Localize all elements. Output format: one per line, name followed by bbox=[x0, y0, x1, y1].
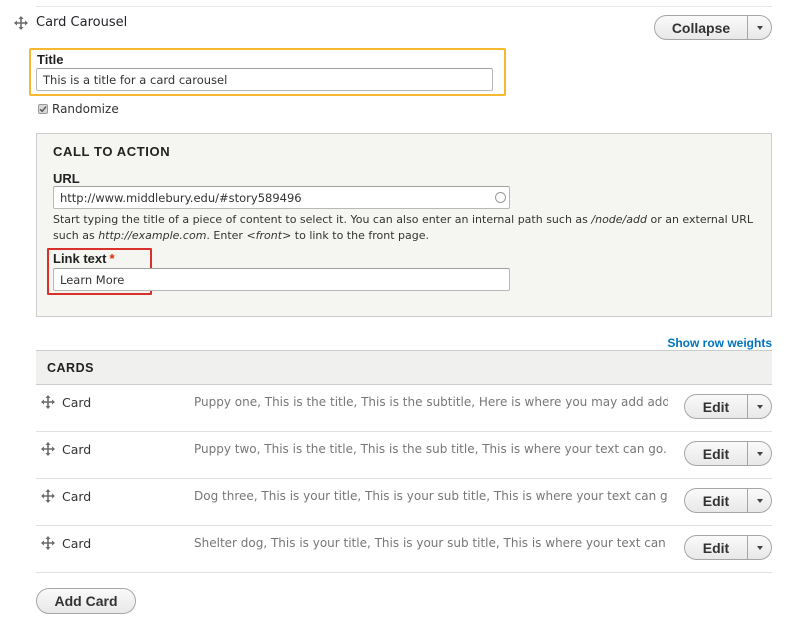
link-text-label-text: Link text bbox=[53, 251, 107, 266]
add-card-button[interactable]: Add Card bbox=[36, 588, 136, 614]
required-marker: * bbox=[109, 251, 115, 266]
link-text-label: Link text * bbox=[53, 251, 115, 266]
card-row-summary: Dog three, This is your title, This is y… bbox=[194, 489, 668, 503]
table-row: Card Puppy one, This is the title, This … bbox=[36, 385, 772, 432]
url-help-text: Start typing the title of a piece of con… bbox=[53, 212, 753, 243]
url-input[interactable] bbox=[53, 186, 510, 209]
card-row-label: Card bbox=[62, 395, 92, 410]
help-text-example-url: http://example.com bbox=[98, 228, 207, 242]
edit-button[interactable]: Edit bbox=[685, 442, 747, 465]
help-text-example-front: <front> bbox=[246, 228, 292, 242]
card-row-label: Card bbox=[62, 442, 92, 457]
card-row-summary: Puppy two, This is the title, This is th… bbox=[194, 442, 668, 456]
autocomplete-throbber-icon bbox=[495, 192, 506, 203]
edit-button[interactable]: Edit bbox=[685, 489, 747, 512]
edit-dropdown-toggle[interactable] bbox=[748, 442, 771, 465]
top-divider bbox=[36, 6, 772, 7]
help-text-part: . Enter bbox=[206, 228, 247, 242]
edit-dropdown-toggle[interactable] bbox=[748, 489, 771, 512]
check-icon bbox=[39, 106, 47, 113]
url-label: URL bbox=[53, 171, 80, 186]
card-row-label: Card bbox=[62, 489, 92, 504]
drag-handle-icon[interactable] bbox=[41, 395, 55, 409]
card-row-summary: Puppy one, This is the title, This is th… bbox=[194, 395, 668, 409]
chevron-down-icon bbox=[756, 404, 763, 409]
collapse-split-button: Collapse bbox=[654, 15, 772, 40]
table-row: Card Shelter dog, This is your title, Th… bbox=[36, 526, 772, 573]
edit-button[interactable]: Edit bbox=[685, 395, 747, 418]
title-input[interactable] bbox=[36, 68, 493, 91]
cards-table-header: CARDS bbox=[36, 350, 772, 385]
table-row: Card Dog three, This is your title, This… bbox=[36, 479, 772, 526]
cards-table: CARDS Card Puppy one, This is the title,… bbox=[36, 350, 772, 573]
randomize-checkbox[interactable] bbox=[38, 104, 48, 114]
edit-dropdown-toggle[interactable] bbox=[748, 536, 771, 559]
drag-handle-icon[interactable] bbox=[41, 536, 55, 550]
drag-handle-icon[interactable] bbox=[41, 442, 55, 456]
cards-header-label: CARDS bbox=[47, 360, 94, 375]
edit-split-button: Edit bbox=[684, 535, 772, 560]
chevron-down-icon bbox=[756, 25, 763, 30]
edit-split-button: Edit bbox=[684, 441, 772, 466]
help-text-part: Start typing the title of a piece of con… bbox=[53, 213, 592, 226]
table-row: Card Puppy two, This is the title, This … bbox=[36, 432, 772, 479]
show-row-weights-link[interactable]: Show row weights bbox=[667, 336, 772, 350]
edit-button[interactable]: Edit bbox=[685, 536, 747, 559]
card-row-summary: Shelter dog, This is your title, This is… bbox=[194, 536, 668, 550]
randomize-label: Randomize bbox=[52, 102, 119, 116]
collapse-dropdown-toggle[interactable] bbox=[748, 16, 771, 39]
title-label: Title bbox=[37, 52, 64, 67]
drag-handle-icon[interactable] bbox=[41, 489, 55, 503]
collapse-button[interactable]: Collapse bbox=[655, 16, 747, 39]
link-text-input[interactable] bbox=[53, 268, 510, 291]
chevron-down-icon bbox=[756, 498, 763, 503]
help-text-part: to link to the front page. bbox=[291, 228, 429, 242]
help-text-example-path: /node/add bbox=[591, 213, 647, 226]
edit-split-button: Edit bbox=[684, 394, 772, 419]
drag-handle-icon[interactable] bbox=[14, 16, 28, 30]
chevron-down-icon bbox=[756, 545, 763, 550]
chevron-down-icon bbox=[756, 451, 763, 456]
card-row-label: Card bbox=[62, 536, 92, 551]
call-to-action-legend: CALL TO ACTION bbox=[53, 144, 171, 159]
edit-split-button: Edit bbox=[684, 488, 772, 513]
paragraph-type-title: Card Carousel bbox=[36, 15, 128, 30]
edit-dropdown-toggle[interactable] bbox=[748, 395, 771, 418]
